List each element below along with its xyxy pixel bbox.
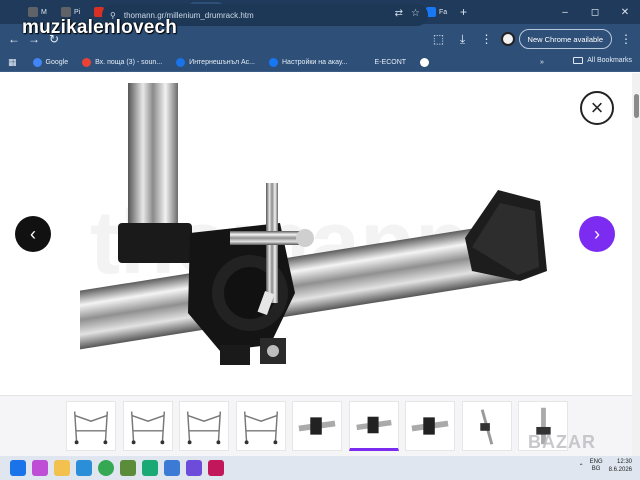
new-tab-button[interactable]: +: [454, 5, 473, 19]
clock-time: 12:30: [616, 459, 632, 465]
file-explorer-icon[interactable]: [54, 460, 70, 476]
menu-grid-icon[interactable]: ⋮: [477, 29, 497, 49]
tray-region: BG: [591, 466, 601, 472]
bookmark-label: Интернешънъл Ас...: [189, 59, 255, 66]
profile-avatar[interactable]: [500, 32, 515, 46]
thumbnail-3[interactable]: [179, 401, 229, 451]
thumbnail-image: [355, 416, 392, 434]
close-window-button[interactable]: ✕: [610, 7, 640, 18]
app-icon[interactable]: [208, 460, 224, 476]
all-bookmarks-button[interactable]: All Bookmarks: [573, 57, 632, 64]
tab-label: M: [41, 8, 47, 16]
thumbnail-image: [479, 409, 493, 445]
chrome-icon[interactable]: [98, 460, 114, 476]
folder-icon: [573, 57, 584, 64]
bookmark-favicon-icon: [269, 58, 278, 67]
system-tray: ⌃ ENG BG 12:30 8.6.2026: [579, 458, 632, 474]
bookmark-label: Google: [45, 59, 69, 66]
product-photo: thomann: [80, 83, 547, 365]
previous-image-button[interactable]: ‹: [15, 216, 51, 252]
bookmark-label: Настройки на акау...: [282, 59, 348, 66]
bookmark-label: Вх. поща (3) - soun...: [95, 59, 163, 66]
close-viewer-button[interactable]: ×: [580, 91, 614, 125]
bookmark-item[interactable]: Google: [32, 58, 69, 67]
bookmark-item[interactable]: Интернешънъл Ас...: [176, 58, 255, 67]
thumbnail-image: [411, 417, 449, 435]
language-indicator[interactable]: ENG BG: [590, 459, 603, 473]
app-icon[interactable]: [186, 460, 202, 476]
omnibox-actions: ⇄ ☆: [395, 8, 420, 19]
bookmarks-bar: ▦ Google Вх. поща (3) - soun... Интернешън…: [0, 54, 640, 72]
thumbnail-image: [243, 411, 278, 445]
windows-taskbar: ⌃ ENG BG 12:30 8.6.2026: [0, 456, 640, 480]
bookmarks-overflow-button[interactable]: »: [540, 59, 544, 66]
apps-grid-icon[interactable]: ▦: [8, 57, 17, 68]
start-icon[interactable]: [10, 460, 26, 476]
app-icon[interactable]: [164, 460, 180, 476]
toolbar-right: ⬚ ⤓ ⋮ New Chrome available ⋮: [429, 24, 640, 54]
thumbnail-5[interactable]: [292, 401, 342, 451]
edge-icon[interactable]: [76, 460, 92, 476]
thumbnail-image: [186, 411, 222, 445]
clock-date: 8.6.2026: [608, 467, 632, 473]
kebab-menu-icon[interactable]: ⋮: [616, 29, 636, 49]
clock[interactable]: 12:30 8.6.2026: [609, 458, 632, 474]
bookmark-star-icon[interactable]: ☆: [411, 8, 420, 19]
maximize-button[interactable]: ◻: [580, 7, 610, 18]
copilot-icon[interactable]: [32, 460, 48, 476]
thumbnail-4[interactable]: [235, 401, 286, 451]
all-bookmarks-label: All Bookmarks: [587, 57, 632, 64]
back-icon[interactable]: ←: [4, 29, 24, 49]
thumbnail-image: [298, 417, 336, 435]
bookmark-favicon-icon: [361, 58, 371, 67]
bookmark-favicon-icon: [32, 58, 42, 67]
app-icon[interactable]: [120, 460, 136, 476]
bookmark-item[interactable]: [420, 58, 433, 67]
tray-lang: ENG: [589, 459, 603, 465]
scrollbar-thumb[interactable]: [634, 94, 639, 118]
bookmark-item[interactable]: Настройки на акау...: [269, 58, 348, 67]
tray-arrow-icon[interactable]: ⌃: [579, 463, 584, 470]
thumbnail-8[interactable]: [461, 401, 512, 451]
new-chrome-button[interactable]: New Chrome available: [518, 29, 612, 49]
thumbnail-image: [130, 411, 165, 445]
tab-favicon-icon: [61, 7, 71, 17]
next-image-button[interactable]: ›: [579, 216, 615, 252]
thumbnail-image: [73, 411, 109, 445]
thumbnail-7[interactable]: [405, 401, 455, 451]
bookmark-favicon-icon: [82, 58, 92, 67]
extensions-icon[interactable]: ⬚: [429, 29, 449, 49]
thumbnail-6[interactable]: [348, 401, 399, 451]
bookmark-label: E-ECONT: [374, 59, 407, 66]
bookmark-item[interactable]: Вх. поща (3) - soun...: [82, 58, 162, 67]
window-controls: – ◻ ✕: [550, 0, 640, 24]
translate-icon[interactable]: ⇄: [395, 8, 403, 19]
bookmark-favicon-icon: [420, 58, 430, 67]
watermark-text: muzikalenlovech: [22, 17, 178, 38]
bookmark-favicon-icon: [176, 58, 186, 67]
app-icon[interactable]: [142, 460, 158, 476]
tab-favicon-icon: [28, 7, 38, 17]
tab-label: Pi: [74, 8, 81, 16]
download-icon[interactable]: ⤓: [453, 29, 473, 49]
thumbnail-1[interactable]: [66, 401, 116, 451]
bookmark-item[interactable]: E-ECONT: [361, 58, 407, 67]
minimize-button[interactable]: –: [550, 7, 580, 18]
tab-label: Fa: [439, 8, 448, 16]
page-scrollbar[interactable]: [632, 73, 640, 456]
bazar-logo: BAZAR: [528, 432, 596, 452]
thumbnail-2[interactable]: [122, 401, 173, 451]
